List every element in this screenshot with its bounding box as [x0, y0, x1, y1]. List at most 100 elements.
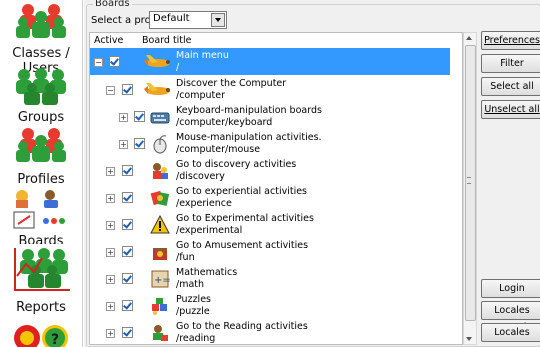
- preferences-button[interactable]: Preferences: [481, 31, 540, 50]
- main-panel: Boards Select a profile: Default Active …: [84, 0, 540, 347]
- active-checkbox[interactable]: [109, 56, 120, 67]
- grip-icon: [467, 177, 471, 184]
- list-item[interactable]: + Go to Amusement activities /fun: [90, 238, 450, 265]
- list-item[interactable]: + Mouse-manipulation activities. /comput…: [90, 130, 450, 157]
- expand-icon[interactable]: +: [106, 275, 115, 284]
- board-path: /puzzle: [176, 306, 210, 317]
- column-header-active[interactable]: Active: [94, 35, 123, 46]
- fun-icon: [153, 248, 167, 260]
- sidebar-item-label: Reports: [16, 300, 66, 315]
- sidebar-item-label: Groups: [17, 110, 65, 125]
- airplane-icon: [144, 55, 170, 67]
- list-item[interactable]: + Go to discovery activities /discovery: [90, 157, 450, 184]
- expand-icon[interactable]: +: [106, 248, 115, 257]
- board-path: /computer/mouse: [176, 144, 261, 155]
- boards-list[interactable]: Active Board title − Main menu / − Disco…: [89, 32, 463, 345]
- active-checkbox[interactable]: [122, 273, 133, 284]
- active-checkbox[interactable]: [122, 327, 133, 338]
- scroll-up-icon[interactable]: [466, 36, 472, 40]
- list-item[interactable]: + Go to Experimental activities /experim…: [90, 211, 450, 238]
- help-icon[interactable]: ?: [10, 322, 72, 347]
- svg-text:?: ?: [51, 332, 59, 347]
- board-path: /experimental: [176, 225, 243, 236]
- filter-button[interactable]: Filter: [481, 54, 540, 73]
- board-path: /computer/keyboard: [176, 117, 273, 128]
- reports-icon: [14, 248, 70, 291]
- list-item[interactable]: + Go to experiential activities /experie…: [90, 184, 450, 211]
- profiles-icon: [16, 128, 66, 162]
- boards-group: Boards Select a profile: Default Active …: [86, 0, 540, 347]
- list-item[interactable]: − Main menu /: [90, 48, 450, 75]
- active-checkbox[interactable]: [122, 84, 133, 95]
- sidebar-item-profiles[interactable]: Profiles: [0, 126, 82, 188]
- expand-icon[interactable]: +: [119, 113, 128, 122]
- math-icon: +=: [151, 270, 170, 288]
- expand-icon[interactable]: +: [106, 221, 115, 230]
- column-header-board-title[interactable]: Board title: [142, 35, 192, 46]
- keyboard-icon: [150, 112, 170, 124]
- active-checkbox[interactable]: [122, 300, 133, 311]
- board-title: Go to Amusement activities: [176, 240, 309, 251]
- board-path: /experience: [176, 198, 232, 209]
- expand-icon[interactable]: +: [106, 167, 115, 176]
- active-checkbox[interactable]: [122, 192, 133, 203]
- list-item[interactable]: + Puzzles /puzzle: [90, 292, 450, 319]
- classes-users-icon: [16, 4, 66, 38]
- sidebar-item-boards[interactable]: Boards: [0, 188, 82, 244]
- expand-icon[interactable]: +: [106, 302, 115, 311]
- select-all-button[interactable]: Select all: [481, 77, 540, 96]
- svg-text:+=: +=: [154, 275, 170, 286]
- boards-icon: [13, 190, 65, 229]
- collapse-icon[interactable]: −: [106, 86, 115, 95]
- board-title: Discover the Computer: [176, 78, 287, 89]
- board-path: /fun: [176, 252, 195, 263]
- board-path: /computer: [176, 90, 226, 101]
- profile-select[interactable]: Default: [149, 11, 227, 29]
- warning-icon: [150, 215, 170, 234]
- sidebar-item-classes-users[interactable]: Classes / Users: [0, 0, 82, 76]
- vertical-scrollbar[interactable]: [463, 32, 477, 345]
- active-checkbox[interactable]: [134, 111, 145, 122]
- experience-icon: [150, 190, 170, 206]
- unselect-all-button[interactable]: Unselect all: [481, 100, 540, 119]
- sidebar-item-reports[interactable]: Reports: [0, 246, 82, 316]
- reading-icon: [153, 325, 168, 341]
- scroll-down-icon[interactable]: [466, 337, 472, 341]
- sidebar-item-groups[interactable]: Groups: [0, 64, 82, 126]
- active-checkbox[interactable]: [122, 219, 133, 230]
- active-checkbox[interactable]: [122, 165, 133, 176]
- expand-icon[interactable]: +: [106, 194, 115, 203]
- sidebar: Classes / Users Groups Profiles Boards: [0, 0, 83, 347]
- board-title: Go to the Reading activities: [176, 321, 308, 332]
- board-path: /: [176, 62, 180, 73]
- sidebar-item-label: Profiles: [17, 172, 65, 187]
- sidebar-item-label: Boards: [18, 234, 64, 244]
- active-checkbox[interactable]: [122, 246, 133, 257]
- list-item[interactable]: − Discover the Computer /computer: [90, 76, 450, 103]
- list-item[interactable]: + Keyboard-manipulation boards /computer…: [90, 103, 450, 130]
- board-title: Mouse-manipulation activities.: [176, 132, 322, 143]
- puzzle-icon: [152, 298, 167, 315]
- locales-button[interactable]: Locales: [481, 323, 540, 342]
- board-path: /math: [176, 279, 205, 290]
- board-title: Puzzles: [176, 294, 211, 305]
- expand-icon[interactable]: +: [119, 140, 128, 149]
- airplane-icon: [144, 83, 170, 95]
- expand-icon[interactable]: +: [106, 329, 115, 338]
- groups-icon: [16, 68, 66, 105]
- locales-sound-button[interactable]: Locales sound: [481, 301, 540, 333]
- board-title: Mathematics: [176, 267, 238, 278]
- login-button[interactable]: Login: [481, 279, 540, 298]
- list-header: Active Board title: [90, 33, 450, 47]
- list-item[interactable]: + += Mathematics /math: [90, 265, 450, 292]
- list-item[interactable]: + Go to the Reading activities /reading: [90, 319, 450, 344]
- collapse-icon[interactable]: −: [94, 58, 103, 67]
- board-title: Go to Experimental activities: [176, 213, 314, 224]
- board-path: /reading: [176, 333, 216, 344]
- board-title: Keyboard-manipulation boards: [176, 105, 322, 116]
- board-path: /discovery: [176, 171, 225, 182]
- active-checkbox[interactable]: [134, 138, 145, 149]
- chevron-down-icon[interactable]: [211, 13, 225, 27]
- profile-select-value: Default: [153, 13, 190, 24]
- board-title: Go to discovery activities: [176, 159, 297, 170]
